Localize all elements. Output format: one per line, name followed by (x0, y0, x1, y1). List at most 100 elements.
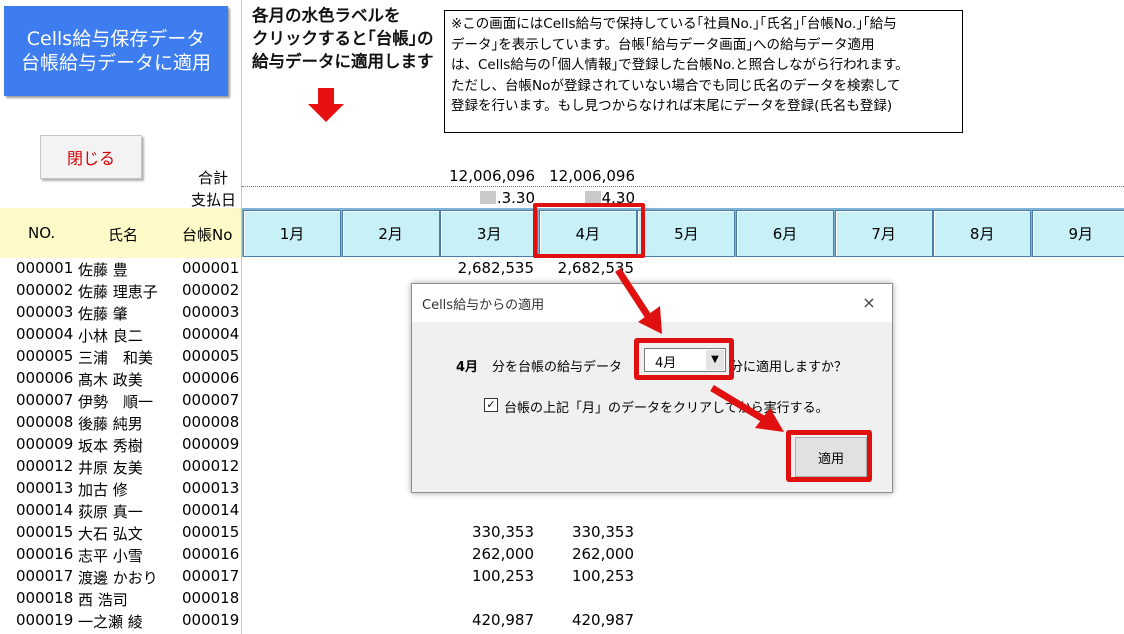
employee-no: 000018 (16, 589, 74, 607)
redacted-block (479, 191, 496, 204)
ledger-no: 000018 (182, 589, 240, 607)
employee-no: 000003 (16, 303, 74, 321)
ledger-no: 000007 (182, 391, 240, 409)
employee-name: 佐藤 肇 (78, 305, 128, 323)
month-label-1[interactable]: 1月 (243, 210, 341, 257)
ledger-no: 000003 (182, 303, 240, 321)
employee-name: 西 浩司 (78, 591, 128, 609)
ledger-no: 000019 (182, 611, 240, 629)
employee-no: 000013 (16, 479, 74, 497)
april-amount: 2,682,535 (557, 259, 634, 277)
ledger-no: 000008 (182, 413, 240, 431)
ledger-no: 000009 (182, 435, 240, 453)
employee-no: 000014 (16, 501, 74, 519)
employee-name: 渡邊 かおり (78, 569, 158, 587)
employee-no: 000002 (16, 281, 74, 299)
month-label-3[interactable]: 3月 (440, 210, 539, 257)
employee-name: 三浦 和美 (78, 349, 154, 367)
column-divider (241, 0, 242, 634)
employee-name: 佐藤 豊 (78, 261, 128, 279)
ledger-no: 000017 (182, 567, 240, 585)
ledger-no: 000002 (182, 281, 240, 299)
total-march: 12,006,096 (449, 167, 535, 185)
note-line4: ただし、台帳Noが登録されていない場合でも同じ氏名のデータを検索して (451, 77, 901, 94)
total-april: 12,006,096 (549, 167, 635, 185)
employee-name: 加古 修 (78, 481, 128, 499)
note-line5: 登録を行います。もし見つからなければ末尾にデータを登録(氏名も登録) (451, 98, 893, 114)
employee-name: 井原 友美 (78, 459, 143, 477)
dialog-source-month: 4月 (456, 360, 479, 375)
employee-name: 坂本 秀樹 (78, 437, 143, 455)
apply-button-line1: Cells給与保存データ (26, 28, 206, 50)
month-label-8[interactable]: 8月 (933, 210, 1032, 257)
dialog-text-before: 分を台帳の給与データ (492, 360, 623, 375)
apply-highlight-box (786, 430, 872, 482)
ledger-no: 000001 (182, 259, 240, 277)
employee-name: 荻原 真一 (78, 503, 143, 521)
month-label-7[interactable]: 7月 (834, 210, 933, 257)
ledger-no: 000006 (182, 369, 240, 387)
note-line3: は、Cells給与の｢個人情報｣で登録した台帳No.と照合しながら行われます。 (451, 57, 909, 73)
employee-no: 000001 (16, 259, 74, 277)
paydate-march: .3.30 (455, 189, 535, 207)
employee-no: 000007 (16, 391, 74, 409)
paydate-label: 支払日 (190, 191, 236, 209)
note-line1: ※この画面にはCells給与で保持している｢社員No.｣｢氏名｣｢台帳No.｣｢… (451, 16, 897, 32)
month-label-2[interactable]: 2月 (341, 210, 440, 257)
march-amount: 420,987 (471, 611, 534, 629)
month-label-5[interactable]: 5月 (637, 210, 736, 257)
employee-no: 000009 (16, 435, 74, 453)
employee-no: 000019 (16, 611, 74, 629)
down-arrow-icon (308, 88, 344, 122)
april-amount: 262,000 (571, 545, 634, 563)
april-amount: 330,353 (571, 523, 634, 541)
instruction-line1: 各月の水色ラベルを (252, 6, 401, 25)
dialog-title-bar: Cells給与からの適用 × (412, 284, 892, 322)
dialog-title: Cells給与からの適用 (422, 298, 545, 313)
dotted-separator (242, 186, 1124, 187)
march-amount: 100,253 (471, 567, 534, 585)
apply-button-line2: 台帳給与データに適用 (20, 52, 211, 74)
april-amount: 100,253 (571, 567, 634, 585)
total-label: 合計 (197, 169, 228, 187)
close-button[interactable]: 閉じる (40, 135, 142, 179)
month-label-6[interactable]: 6月 (736, 210, 834, 257)
ledger-no: 000005 (182, 347, 240, 365)
note-line2: データ｣を表示しています。台帳｢給与データ画面｣への給与データ適用 (451, 36, 875, 53)
instruction-text: 各月の水色ラベルを クリックすると｢台帳｣の 給与データに適用します (252, 4, 442, 73)
employee-name: 佐藤 理恵子 (78, 283, 158, 301)
employee-name: 志平 小雪 (78, 547, 143, 565)
april-highlight-box (533, 203, 645, 258)
ledger-no: 000016 (182, 545, 240, 563)
clear-data-checkbox[interactable]: ✓ (484, 398, 498, 412)
ledger-no: 000012 (182, 457, 240, 475)
employee-no: 000016 (16, 545, 74, 563)
ledger-no: 000014 (182, 501, 240, 519)
dialog-close-icon[interactable]: × (858, 292, 880, 314)
ledger-no: 000013 (182, 479, 240, 497)
ledger-no: 000015 (182, 523, 240, 541)
march-amount: 262,000 (471, 545, 534, 563)
employee-no: 000005 (16, 347, 74, 365)
dialog-text-after: 分に適用しますか？ (730, 360, 848, 375)
clear-data-checkbox-label: 台帳の上記「月」のデータをクリアしてから実行する。 (504, 401, 829, 416)
apply-cells-data-button[interactable]: Cells給与保存データ 台帳給与データに適用 (4, 6, 228, 96)
employee-no: 000017 (16, 567, 74, 585)
select-highlight-box (634, 338, 734, 380)
ledger-no: 000004 (182, 325, 240, 343)
employee-name: 一之瀬 綾 (78, 613, 143, 631)
april-amount: 420,987 (571, 611, 634, 629)
employee-name: 髙木 政美 (78, 371, 143, 389)
employee-no: 000006 (16, 369, 74, 387)
employee-no: 000015 (16, 523, 74, 541)
march-amount: 2,682,535 (457, 259, 534, 277)
march-amount: 330,353 (471, 523, 534, 541)
month-label-9[interactable]: 9月 (1031, 210, 1124, 257)
employee-name: 後藤 純男 (78, 415, 143, 433)
note-box: ※この画面にはCells給与で保持している｢社員No.｣｢氏名｣｢台帳No.｣｢… (444, 10, 963, 133)
employee-name: 小林 良二 (78, 327, 143, 345)
instruction-line2: クリックすると｢台帳｣の (252, 29, 434, 48)
employee-no: 000004 (16, 325, 74, 343)
employee-no: 000012 (16, 457, 74, 475)
employee-name: 大石 弘文 (78, 525, 143, 543)
